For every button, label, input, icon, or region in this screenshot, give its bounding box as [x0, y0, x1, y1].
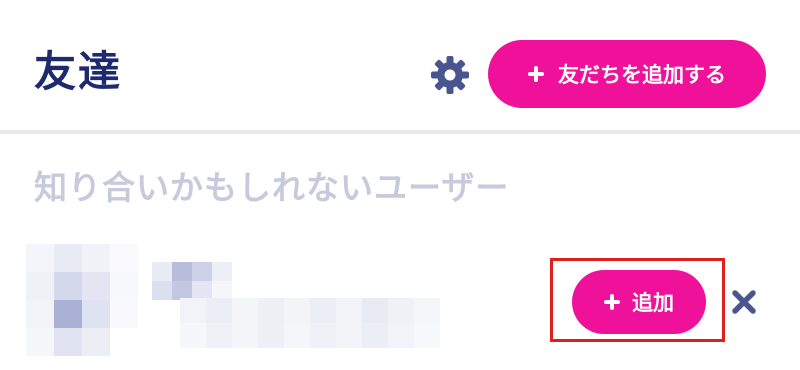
- add-button-label: 追加: [632, 291, 674, 315]
- add-friend-button-label: 友だちを追加する: [558, 63, 726, 87]
- page-title: 友達: [34, 47, 123, 96]
- close-icon[interactable]: [730, 288, 758, 316]
- add-button[interactable]: 追加: [572, 270, 706, 334]
- plus-icon: [604, 294, 620, 310]
- suggested-user-detail: [180, 298, 440, 348]
- add-friend-button[interactable]: 友だちを追加する: [488, 40, 766, 108]
- avatar[interactable]: [26, 244, 138, 356]
- friends-page: 友達 友だちを追加する 知り合いかもしれないユーザー 追加: [0, 0, 800, 370]
- plus-icon: [528, 66, 544, 82]
- section-title: 知り合いかもしれないユーザー: [34, 168, 510, 207]
- gear-icon[interactable]: [428, 53, 472, 97]
- header-divider: [0, 130, 800, 134]
- suggested-user-name: [152, 262, 232, 300]
- header: 友達 友だちを追加する: [0, 0, 800, 132]
